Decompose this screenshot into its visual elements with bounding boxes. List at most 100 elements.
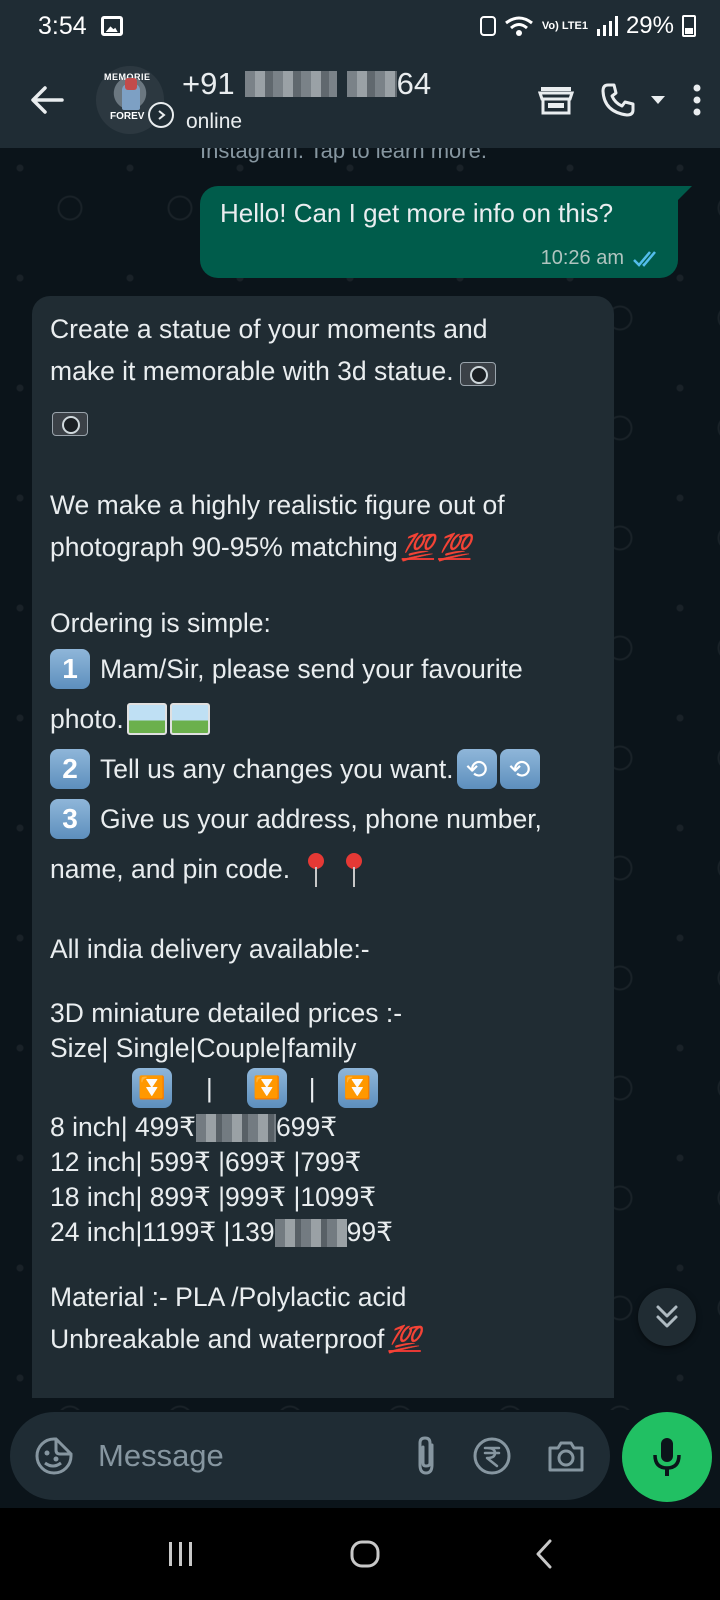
text-line: photo. bbox=[50, 704, 124, 734]
gallery-notification-icon bbox=[100, 16, 123, 36]
read-ticks-icon bbox=[633, 250, 656, 267]
store-button[interactable] bbox=[538, 84, 574, 116]
status-bar: 3:54 Vo) LTE1 29% bbox=[0, 0, 720, 52]
pushpin-emoji-icon bbox=[342, 849, 366, 889]
message-line: name, and pin code. bbox=[50, 844, 596, 894]
call-options-dropdown[interactable] bbox=[650, 95, 666, 105]
text-line: Mam/Sir, please send your favourite bbox=[100, 654, 523, 684]
message-line: 3 Give us your address, phone number, bbox=[50, 794, 596, 844]
text-line: make it memorable with 3d statue. bbox=[50, 356, 454, 386]
voice-record-button[interactable] bbox=[622, 1412, 712, 1502]
scroll-down-icon bbox=[656, 1305, 678, 1328]
price-row: 8 inch| 499₹ 699₹ bbox=[50, 1110, 596, 1145]
dropdown-icon bbox=[651, 96, 665, 104]
status-right-group: Vo) LTE1 29% bbox=[479, 12, 696, 40]
overflow-menu-button[interactable] bbox=[692, 84, 702, 116]
keycap-2-icon: 2 bbox=[50, 749, 90, 789]
scroll-to-bottom-button[interactable] bbox=[638, 1288, 696, 1346]
battery-icon bbox=[682, 15, 696, 37]
rupee-icon[interactable] bbox=[472, 1436, 512, 1476]
column-separator: | bbox=[206, 1072, 213, 1103]
outgoing-message[interactable]: Hello! Can I get more info on this? 10:2… bbox=[200, 186, 692, 278]
text-line: Give us your address, phone number, bbox=[100, 804, 542, 834]
price-text: 18 inch| 899₹ |999₹ |1099₹ bbox=[50, 1182, 377, 1212]
camera-icon[interactable] bbox=[546, 1438, 586, 1474]
price-row: 12 inch| 599₹ |699₹ |799₹ bbox=[50, 1145, 596, 1180]
redacted-price bbox=[274, 1218, 347, 1247]
hundred-emoji-icon: 💯 bbox=[388, 1324, 421, 1354]
price-row: 24 inch|1199₹ |139 99₹ bbox=[50, 1215, 596, 1250]
message-line: make it memorable with 3d statue. bbox=[50, 350, 596, 392]
contact-prefix: +91 bbox=[182, 66, 235, 101]
double-down-arrow-icon: ⏬ bbox=[246, 1068, 287, 1108]
text-line: We make a highly realistic figure out of bbox=[50, 490, 505, 520]
column-separator: | bbox=[308, 1072, 316, 1103]
contact-name: +91 64 bbox=[182, 66, 431, 102]
contact-title[interactable]: +91 64 online bbox=[182, 66, 431, 134]
voice-call-button[interactable] bbox=[600, 82, 636, 118]
message-line: Create a statue of your moments and bbox=[50, 308, 596, 350]
picture-emoji-icon bbox=[169, 703, 210, 735]
message-list[interactable]: Instagram. Tap to learn more. Hello! Can… bbox=[0, 148, 720, 1410]
repeat-emoji-icon: ⟲ bbox=[456, 749, 497, 789]
keycap-3-icon: 3 bbox=[50, 799, 90, 839]
back-arrow-icon bbox=[31, 86, 64, 114]
text-line: name, and pin code. bbox=[50, 854, 291, 884]
redacted-number-part bbox=[244, 71, 337, 97]
text-line: Material :- PLA /Polylactic acid bbox=[50, 1282, 407, 1312]
avatar-text-bottom: FOREV bbox=[110, 111, 145, 122]
message-line: Size| Single|Couple|family bbox=[50, 1031, 596, 1066]
price-text: 699₹ bbox=[276, 1112, 338, 1142]
message-line: We make a highly realistic figure out of bbox=[50, 484, 596, 526]
text-line: All india delivery available:- bbox=[50, 934, 370, 964]
redacted-price bbox=[196, 1113, 277, 1142]
text-line: photograph 90-95% matching bbox=[50, 532, 398, 562]
price-text: 8 inch| 499₹ bbox=[50, 1112, 197, 1142]
message-line bbox=[50, 392, 596, 450]
text-line: Tell us any changes you want. bbox=[100, 754, 454, 784]
price-row: 18 inch| 899₹ |999₹ |1099₹ bbox=[50, 1180, 596, 1215]
status-ring-icon bbox=[148, 102, 174, 128]
message-line: 1 Mam/Sir, please send your favourite bbox=[50, 644, 596, 694]
system-nav-bar bbox=[0, 1508, 720, 1600]
text-line: Ordering is simple: bbox=[50, 608, 271, 638]
chat-header: MEMORIE FOREV +91 64 online bbox=[0, 52, 720, 148]
price-text: 24 inch|1199₹ |139 bbox=[50, 1217, 275, 1247]
attach-icon[interactable] bbox=[414, 1435, 438, 1477]
phone-icon bbox=[601, 83, 635, 117]
price-text: 99₹ bbox=[346, 1217, 393, 1247]
contact-avatar[interactable]: MEMORIE FOREV bbox=[96, 66, 174, 134]
repeat-emoji-icon: ⟲ bbox=[499, 749, 540, 789]
nav-back-icon[interactable] bbox=[534, 1539, 554, 1569]
message-composer[interactable]: Message bbox=[10, 1412, 610, 1500]
message-time: 10:26 am bbox=[540, 247, 624, 269]
volte-indicator: Vo) LTE1 bbox=[541, 19, 588, 32]
status-time: 3:54 bbox=[38, 11, 87, 40]
outgoing-text: Hello! Can I get more info on this? bbox=[220, 198, 614, 228]
message-line: photo. bbox=[50, 694, 596, 744]
keycap-1-icon: 1 bbox=[50, 649, 90, 689]
message-line: 3D miniature detailed prices :- bbox=[50, 996, 596, 1031]
whatsapp-chat-screen: 3:54 Vo) LTE1 29% MEMORIE FOREV +91 64 o… bbox=[0, 0, 720, 1600]
text-line: Unbreakable and waterproof bbox=[50, 1324, 385, 1354]
redacted-number-part bbox=[346, 71, 397, 97]
text-line: Create a statue of your moments and bbox=[50, 314, 488, 344]
system-note[interactable]: Instagram. Tap to learn more. bbox=[200, 148, 487, 164]
security-icon bbox=[479, 16, 496, 36]
message-line: Unbreakable and waterproof 💯 bbox=[50, 1318, 596, 1360]
mic-icon bbox=[653, 1438, 681, 1476]
incoming-message[interactable]: Create a statue of your moments and make… bbox=[32, 296, 614, 1398]
recents-icon[interactable] bbox=[166, 1540, 196, 1568]
back-button[interactable] bbox=[22, 75, 72, 125]
message-input[interactable]: Message bbox=[98, 1438, 414, 1474]
down-arrows-row: ⏬ | ⏬ | ⏬ bbox=[50, 1066, 596, 1110]
home-icon[interactable] bbox=[349, 1539, 381, 1569]
signal-icon bbox=[596, 16, 618, 36]
message-meta: 10:26 am bbox=[541, 247, 662, 270]
message-line: Ordering is simple: bbox=[50, 602, 596, 644]
sticker-icon[interactable] bbox=[34, 1436, 74, 1476]
avatar-figure-head bbox=[125, 78, 137, 90]
